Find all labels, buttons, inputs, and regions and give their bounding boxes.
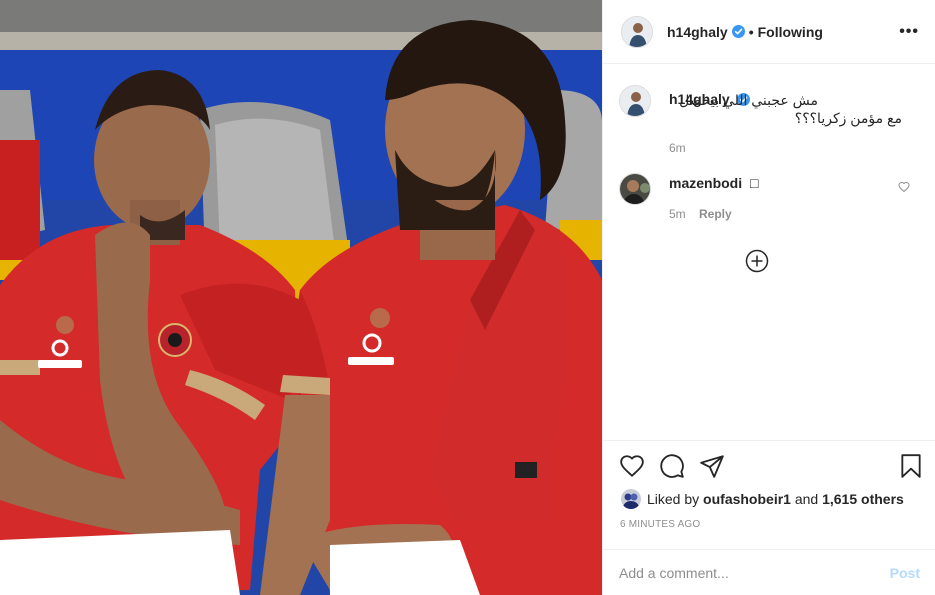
liked-by: Liked by oufashobeir1 and 1,615 others <box>621 489 904 509</box>
comment-time: 5m <box>669 207 686 221</box>
comment-line: mazenbodi □ <box>669 175 920 191</box>
commenter-avatar[interactable] <box>619 173 651 205</box>
caption-line: h14ghaly مش عجبني اللي بيحصل مع مؤمن زكر… <box>669 85 920 126</box>
comments-list: h14ghaly مش عجبني اللي بيحصل مع مؤمن زكر… <box>603 65 935 440</box>
post-header: h14ghaly • Following ••• <box>603 0 935 64</box>
liked-by-and: and <box>794 491 819 507</box>
caption-text: مش عجبني اللي بيحصل مع مؤمن زكريا؟؟؟ <box>679 92 902 126</box>
comment-text: □ <box>750 175 759 191</box>
comment-icon[interactable] <box>659 453 685 479</box>
header-separator: • <box>748 23 754 40</box>
following-button[interactable]: Following <box>758 24 823 40</box>
liked-by-others[interactable]: 1,615 others <box>822 491 904 507</box>
instagram-post: h14ghaly • Following ••• h14ghaly مش عجب… <box>0 0 935 595</box>
author-avatar[interactable] <box>621 15 653 48</box>
comment-meta: 5m Reply <box>669 207 920 221</box>
add-comment-input[interactable] <box>619 565 890 581</box>
reply-button[interactable]: Reply <box>699 207 732 221</box>
commenter-avatar-image <box>620 174 650 204</box>
post-details-panel: h14ghaly • Following ••• h14ghaly مش عجب… <box>602 0 935 595</box>
liked-by-user[interactable]: oufashobeir1 <box>703 491 791 507</box>
caption-time: 6m <box>669 141 686 155</box>
action-icons-row <box>619 453 924 479</box>
comment-body: mazenbodi □ 5m Reply <box>669 173 920 221</box>
liked-by-prefix: Liked by <box>647 491 700 507</box>
post-timestamp[interactable]: 6 MINUTES AGO <box>620 519 700 530</box>
verified-badge-icon <box>731 25 745 38</box>
share-icon[interactable] <box>699 453 725 479</box>
liker-avatar-image <box>621 489 641 509</box>
load-more-comments-icon[interactable] <box>745 249 769 273</box>
author-username[interactable]: h14ghaly <box>667 24 728 40</box>
bookmark-icon[interactable] <box>898 453 924 479</box>
comment-like-heart-icon[interactable] <box>898 181 910 193</box>
more-icon[interactable]: ••• <box>899 23 919 41</box>
caption-body: h14ghaly مش عجبني اللي بيحصل مع مؤمن زكر… <box>669 85 920 155</box>
add-comment-bar: Post <box>603 549 935 595</box>
caption-author-avatar[interactable] <box>619 85 651 117</box>
post-actions: Liked by oufashobeir1 and 1,615 others 6… <box>603 440 935 595</box>
heart-icon[interactable] <box>619 453 645 479</box>
caption: h14ghaly مش عجبني اللي بيحصل مع مؤمن زكر… <box>619 85 920 155</box>
post-photo[interactable] <box>0 0 602 595</box>
author-avatar-image <box>622 16 652 47</box>
caption-author-avatar-image <box>620 86 650 116</box>
comment-item: mazenbodi □ 5m Reply <box>619 173 920 221</box>
post-photo-illustration <box>0 0 602 595</box>
post-comment-button[interactable]: Post <box>890 565 920 581</box>
comment-username[interactable]: mazenbodi <box>669 175 742 191</box>
liker-avatar[interactable] <box>621 489 641 509</box>
